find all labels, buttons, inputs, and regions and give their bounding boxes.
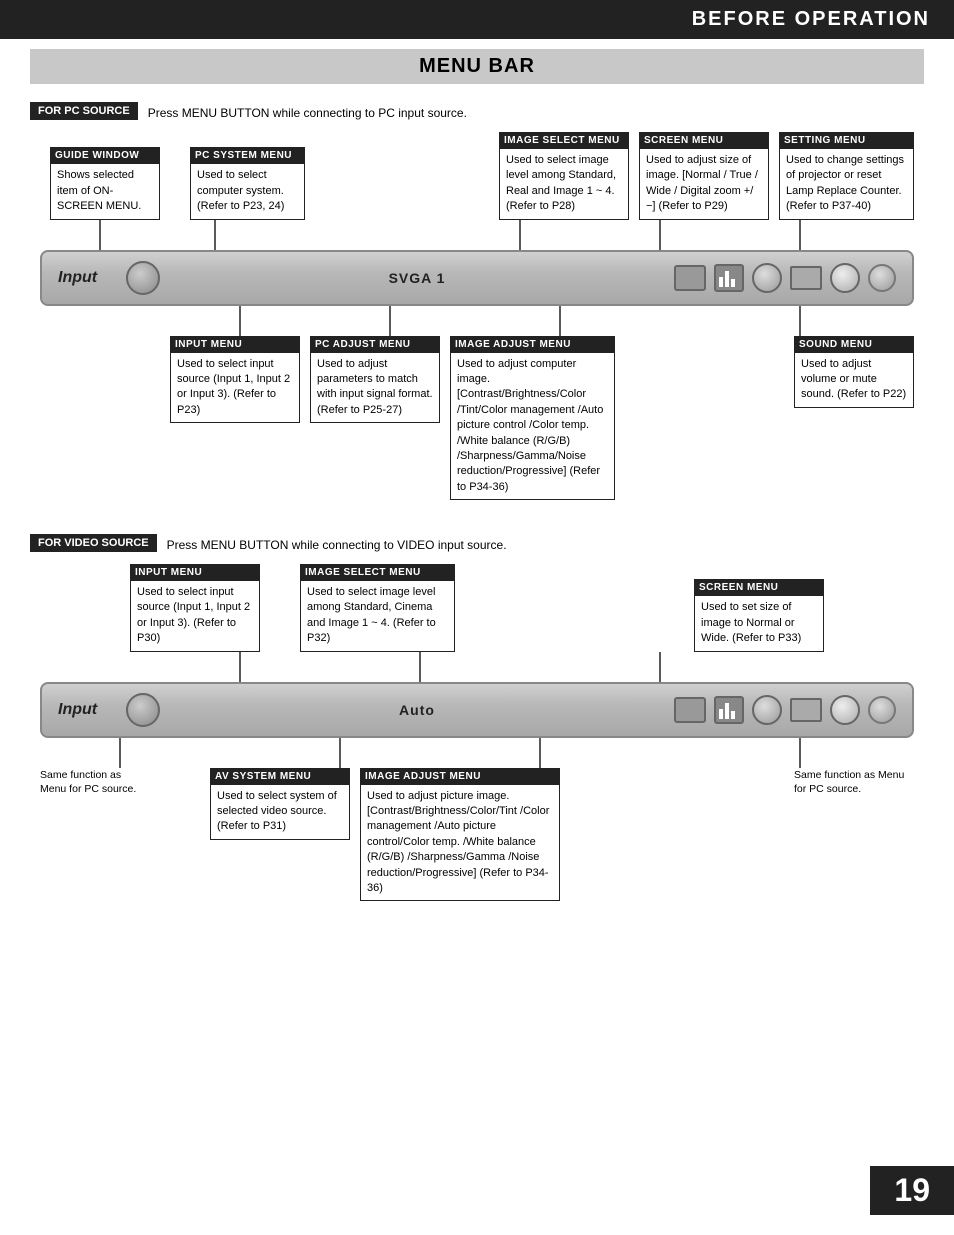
video-source-section: FOR VIDEO SOURCE Press MENU BUTTON while… (30, 534, 924, 901)
video-bar-input-label: Input (58, 701, 118, 719)
video-projector-bar: Input Auto (40, 682, 914, 738)
screen-menu-video-box: SCREEN MENU Used to set size of image to… (694, 579, 824, 651)
menu-bar-title: MENU BAR (30, 49, 924, 84)
same-function-left-box: Same function as Menu for PC source. (40, 768, 140, 797)
video-menu-icon-doc (674, 697, 706, 723)
image-adjust-menu-video-box: IMAGE ADJUST MENU Used to adjust picture… (360, 768, 560, 902)
pc-source-section: FOR PC SOURCE Press MENU BUTTON while co… (30, 102, 924, 500)
pc-source-description: Press MENU BUTTON while connecting to PC… (148, 106, 467, 120)
guide-window-box: GUIDE WINDOW Shows selected item of ON-S… (50, 147, 160, 219)
menu-icon-circle-3 (868, 264, 896, 292)
setting-menu-box: SETTING MENU Used to change settings of … (779, 132, 914, 220)
video-menu-icon-circle-2 (830, 695, 860, 725)
menu-icon-doc (674, 265, 706, 291)
video-source-label: FOR VIDEO SOURCE (30, 534, 157, 552)
pc-system-menu-box: PC SYSTEM MENU Used to select computer s… (190, 147, 305, 219)
menu-icon-rect (790, 266, 822, 290)
av-system-menu-box: AV SYSTEM MENU Used to select system of … (210, 768, 350, 840)
pc-adjust-menu-box: PC ADJUST MENU Used to adjust parameters… (310, 336, 440, 424)
menu-icon-circle-1 (752, 263, 782, 293)
image-adjust-menu-pc-box: IMAGE ADJUST MENU Used to adjust compute… (450, 336, 615, 501)
video-menu-icon-rect (790, 698, 822, 722)
video-menu-icon-circle-1 (752, 695, 782, 725)
video-knob-icon (126, 693, 160, 727)
image-select-menu-pc-box: IMAGE SELECT MENU Used to select image l… (499, 132, 629, 220)
video-menu-icon-chart (714, 696, 744, 724)
image-select-menu-video-box: IMAGE SELECT MENU Used to select image l… (300, 564, 455, 652)
pc-bar-input-label: Input (58, 269, 118, 287)
sound-menu-box: SOUND MENU Used to adjust volume or mute… (794, 336, 914, 408)
pc-projector-bar: Input SVGA 1 (40, 250, 914, 306)
bar-center-display: SVGA 1 (168, 270, 666, 286)
video-source-description: Press MENU BUTTON while connecting to VI… (167, 538, 507, 552)
menu-icon-chart (714, 264, 744, 292)
menu-icon-circle-2 (830, 263, 860, 293)
video-bar-center-display: Auto (168, 702, 666, 718)
same-function-right-box: Same function as Menu for PC source. (794, 768, 914, 797)
knob-icon-1 (126, 261, 160, 295)
input-menu-video-box: INPUT MENU Used to select input source (… (130, 564, 260, 652)
input-menu-pc-box: INPUT MENU Used to select input source (… (170, 336, 300, 424)
page-header: BEFORE OPERATION (0, 0, 954, 39)
video-menu-icon-circle-3 (868, 696, 896, 724)
pc-source-label: FOR PC SOURCE (30, 102, 138, 120)
page-number: 19 (870, 1166, 954, 1215)
screen-menu-pc-box: SCREEN MENU Used to adjust size of image… (639, 132, 769, 220)
